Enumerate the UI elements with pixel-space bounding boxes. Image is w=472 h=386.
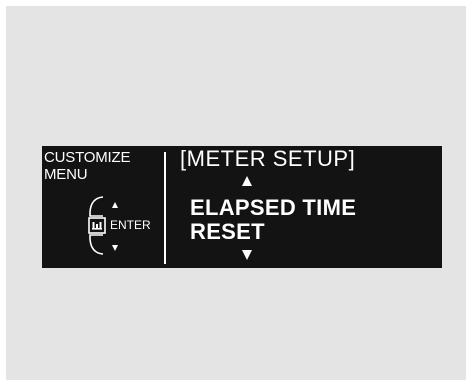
menu-item-elapsed-time[interactable]: ELAPSED TIME — [190, 196, 356, 220]
page-frame: CUSTOMIZE MENU ENTER [METER SETUP] ELAPS… — [6, 6, 466, 380]
selector-control[interactable]: ENTER — [87, 194, 167, 260]
enter-label: ENTER — [110, 218, 151, 232]
enter-button-icon — [88, 196, 106, 255]
title-text: METER SETUP — [186, 146, 349, 171]
title-open-bracket: [ — [180, 146, 187, 171]
menu-item-reset[interactable]: RESET — [190, 220, 265, 244]
menu-title-line1: CUSTOMIZE — [44, 149, 131, 166]
meter-setup-title: [METER SETUP] — [180, 146, 355, 172]
scroll-down-icon[interactable] — [242, 250, 252, 260]
customize-menu-panel: CUSTOMIZE MENU ENTER — [42, 146, 164, 268]
up-arrow-icon — [112, 202, 118, 208]
display-screen: CUSTOMIZE MENU ENTER [METER SETUP] ELAPS… — [42, 146, 442, 268]
menu-title: CUSTOMIZE MENU — [44, 149, 130, 183]
scroll-up-icon[interactable] — [242, 176, 252, 186]
down-arrow-icon — [112, 245, 118, 251]
title-close-bracket: ] — [348, 146, 356, 171]
meter-setup-panel: [METER SETUP] ELAPSED TIME RESET — [166, 146, 442, 268]
menu-title-line2: MENU — [44, 166, 88, 183]
